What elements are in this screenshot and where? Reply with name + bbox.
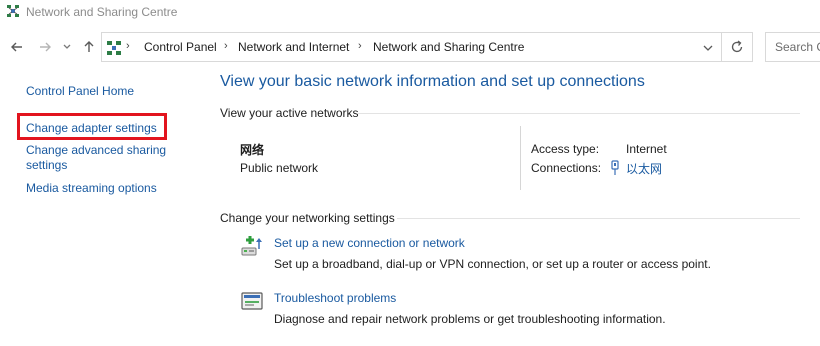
troubleshoot-problems-description: Diagnose and repair network problems or … — [274, 312, 666, 326]
breadcrumb-control-panel[interactable]: Control Panel — [144, 40, 217, 54]
sidebar-item-change-advanced-sharing-settings[interactable]: Change advanced sharing settings — [26, 143, 186, 173]
window-title: Network and Sharing Centre — [26, 5, 178, 19]
section-divider — [397, 218, 800, 219]
page-title: View your basic network information and … — [220, 73, 645, 90]
address-bar[interactable]: › Control Panel › Network and Internet ›… — [101, 32, 753, 62]
access-type-value: Internet — [626, 142, 667, 156]
address-dropdown-icon[interactable] — [702, 42, 714, 54]
breadcrumb-network-and-internet[interactable]: Network and Internet — [238, 40, 349, 54]
network-globe-icon — [107, 41, 121, 55]
access-type-label: Access type: — [531, 142, 600, 156]
active-networks-heading: View your active networks — [220, 106, 359, 120]
connections-label: Connections: — [531, 161, 602, 175]
connection-link[interactable]: 以太网 — [626, 160, 662, 177]
network-globe-icon — [7, 5, 19, 17]
arrow-right-icon — [40, 42, 51, 52]
troubleshoot-icon — [241, 292, 263, 310]
network-name: 网络 — [240, 143, 265, 157]
search-placeholder: Search C — [775, 40, 820, 54]
back-button[interactable] — [8, 38, 26, 56]
arrow-up-icon — [84, 41, 94, 52]
address-divider — [721, 33, 722, 61]
forward-button[interactable] — [36, 38, 54, 56]
up-button[interactable] — [80, 38, 98, 56]
breadcrumb-separator[interactable]: › — [358, 40, 362, 52]
breadcrumb-separator[interactable]: › — [224, 40, 228, 52]
new-connection-icon — [241, 236, 262, 256]
setup-new-connection-link[interactable]: Set up a new connection or network — [274, 236, 465, 250]
sidebar-item-control-panel-home[interactable]: Control Panel Home — [26, 84, 134, 99]
network-divider — [520, 126, 521, 190]
breadcrumb-network-and-sharing-centre[interactable]: Network and Sharing Centre — [373, 40, 524, 54]
ethernet-plug-icon — [611, 160, 619, 175]
refresh-icon[interactable] — [730, 40, 744, 54]
arrow-left-icon — [11, 42, 22, 52]
breadcrumb-separator[interactable]: › — [126, 40, 130, 52]
chevron-down-icon — [63, 44, 71, 49]
setup-new-connection-description: Set up a broadband, dial-up or VPN conne… — [274, 257, 711, 271]
navigation-bar: › Control Panel › Network and Internet ›… — [0, 32, 820, 62]
networking-settings-heading: Change your networking settings — [220, 211, 395, 225]
sidebar-item-media-streaming-options[interactable]: Media streaming options — [26, 181, 157, 196]
highlight-box — [17, 113, 167, 140]
title-bar: Network and Sharing Centre — [0, 0, 820, 24]
network-type-link[interactable]: Public network — [240, 161, 318, 175]
troubleshoot-problems-link[interactable]: Troubleshoot problems — [274, 291, 396, 305]
section-divider — [357, 113, 800, 114]
search-input[interactable]: Search C — [765, 32, 820, 62]
recent-locations-button[interactable] — [60, 38, 74, 56]
